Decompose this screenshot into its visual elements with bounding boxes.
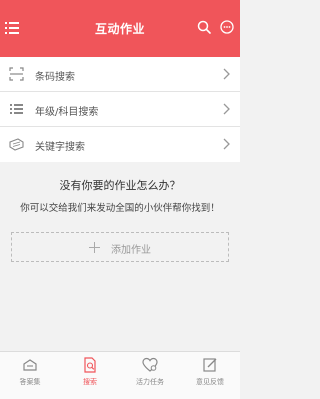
keyword-tag-icon (9, 138, 24, 151)
list-icon (10, 104, 23, 114)
menu-item-grade-subject-search[interactable]: 年级/科目搜索 (0, 92, 240, 127)
add-homework-label: 添加作业 (111, 245, 151, 256)
nav-label: 搜索 (83, 378, 97, 386)
menu-item-label: 关键字搜索 (35, 142, 85, 153)
nav-label: 意见反馈 (196, 378, 224, 386)
search-icon[interactable] (197, 20, 211, 34)
chevron-right-icon (223, 103, 230, 115)
menu-item-label: 年级/科目搜索 (35, 107, 99, 118)
message-icon[interactable] (220, 20, 234, 34)
barcode-scan-icon (9, 67, 24, 81)
search-doc-icon (84, 357, 96, 373)
nav-item-tasks[interactable]: 活力任务 (120, 352, 180, 399)
menu-item-barcode-search[interactable]: 条码搜索 (0, 57, 240, 92)
add-homework-button[interactable]: 添加作业 (11, 232, 229, 262)
missing-homework-heading: 没有你要的作业怎么办？ (59, 179, 181, 192)
menu-item-label: 条码搜索 (35, 72, 75, 83)
bottom-nav: 答案集 搜索 活力任务 意见反馈 (0, 351, 240, 399)
chevron-right-icon (223, 138, 230, 150)
nav-label: 活力任务 (136, 378, 164, 386)
nav-item-answers[interactable]: 答案集 (0, 352, 60, 399)
chevron-right-icon (223, 68, 230, 80)
app-header: 互动作业 (0, 0, 240, 57)
answer-box-icon (23, 359, 37, 371)
heart-task-icon (142, 357, 158, 372)
plus-icon (89, 242, 100, 253)
search-options-list: 条码搜索 年级/科目搜索 关键字搜索 (0, 57, 240, 162)
feedback-edit-icon (203, 358, 217, 372)
missing-homework-hint: 你可以交给我们来发动全国的小伙伴帮你找到！ (20, 203, 220, 214)
nav-item-search[interactable]: 搜索 (60, 352, 120, 399)
nav-item-feedback[interactable]: 意见反馈 (180, 352, 240, 399)
menu-item-keyword-search[interactable]: 关键字搜索 (0, 127, 240, 162)
nav-label: 答案集 (19, 378, 41, 386)
